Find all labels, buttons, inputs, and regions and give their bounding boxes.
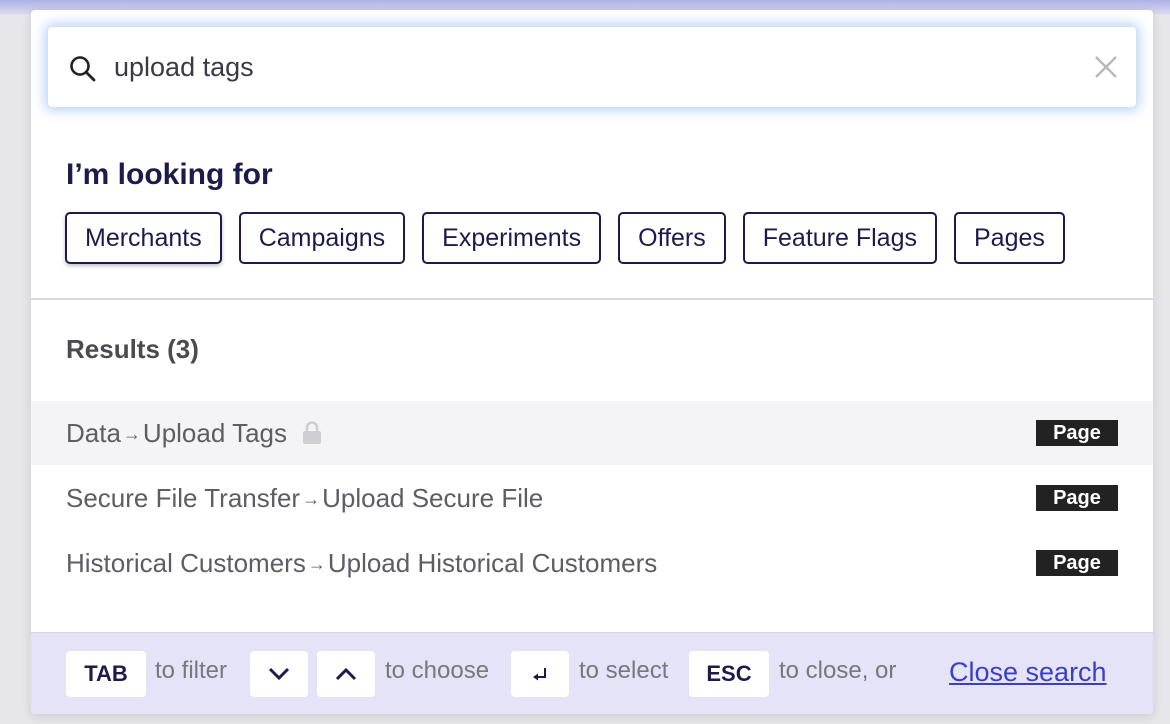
enter-icon (511, 651, 569, 697)
esc-hint: to close, or (779, 657, 897, 684)
select-hint: to select (579, 657, 669, 684)
result-section: Historical Customers (66, 547, 306, 578)
tab-key: TAB (66, 651, 146, 697)
search-icon (70, 56, 96, 82)
arrow-icon: → (307, 553, 326, 574)
result-page: Upload Tags (142, 417, 287, 448)
chip-campaigns[interactable]: Campaigns (238, 212, 406, 264)
keyboard-hints-footer: TAB to filter to choose to select ESC to… (31, 632, 1153, 714)
chevron-up-icon (317, 651, 375, 697)
chevron-down-icon (250, 651, 308, 697)
arrow-icon: → (302, 488, 321, 509)
type-badge: Page (1036, 485, 1118, 511)
choose-hint: to choose (385, 657, 490, 684)
result-page: Upload Historical Customers (327, 547, 658, 578)
filter-heading: I’m looking for (66, 158, 273, 191)
chip-experiments[interactable]: Experiments (422, 212, 602, 264)
close-icon[interactable] (1093, 54, 1119, 80)
result-label: Secure File Transfer → Upload Secure Fil… (66, 483, 543, 514)
result-item[interactable]: Secure File Transfer → Upload Secure Fil… (31, 466, 1153, 530)
chip-merchants[interactable]: Merchants (65, 212, 222, 264)
close-search-link[interactable]: Close search (949, 657, 1107, 688)
search-input[interactable] (114, 45, 1054, 89)
arrow-icon: → (122, 423, 141, 444)
lock-icon (303, 421, 321, 444)
search-dialog: I’m looking for Merchants Campaigns Expe… (31, 10, 1153, 714)
divider (31, 298, 1153, 300)
search-box[interactable] (48, 27, 1136, 107)
result-item[interactable]: Data → Upload Tags Page (31, 401, 1153, 465)
result-section: Secure File Transfer (66, 482, 301, 513)
type-badge: Page (1036, 550, 1118, 576)
result-section: Data (66, 417, 121, 448)
chip-feature-flags[interactable]: Feature Flags (742, 212, 937, 264)
filter-chips: Merchants Campaigns Experiments Offers F… (65, 212, 1065, 264)
result-item[interactable]: Historical Customers → Upload Historical… (31, 531, 1153, 595)
chip-offers[interactable]: Offers (618, 212, 726, 264)
esc-key: ESC (689, 651, 769, 697)
result-label: Data → Upload Tags (66, 418, 323, 449)
chip-pages[interactable]: Pages (954, 212, 1065, 264)
tab-hint: to filter (155, 657, 228, 684)
result-page: Upload Secure File (322, 482, 544, 513)
type-badge: Page (1036, 420, 1118, 446)
results-title: Results (3) (66, 334, 199, 364)
result-label: Historical Customers → Upload Historical… (66, 548, 657, 579)
